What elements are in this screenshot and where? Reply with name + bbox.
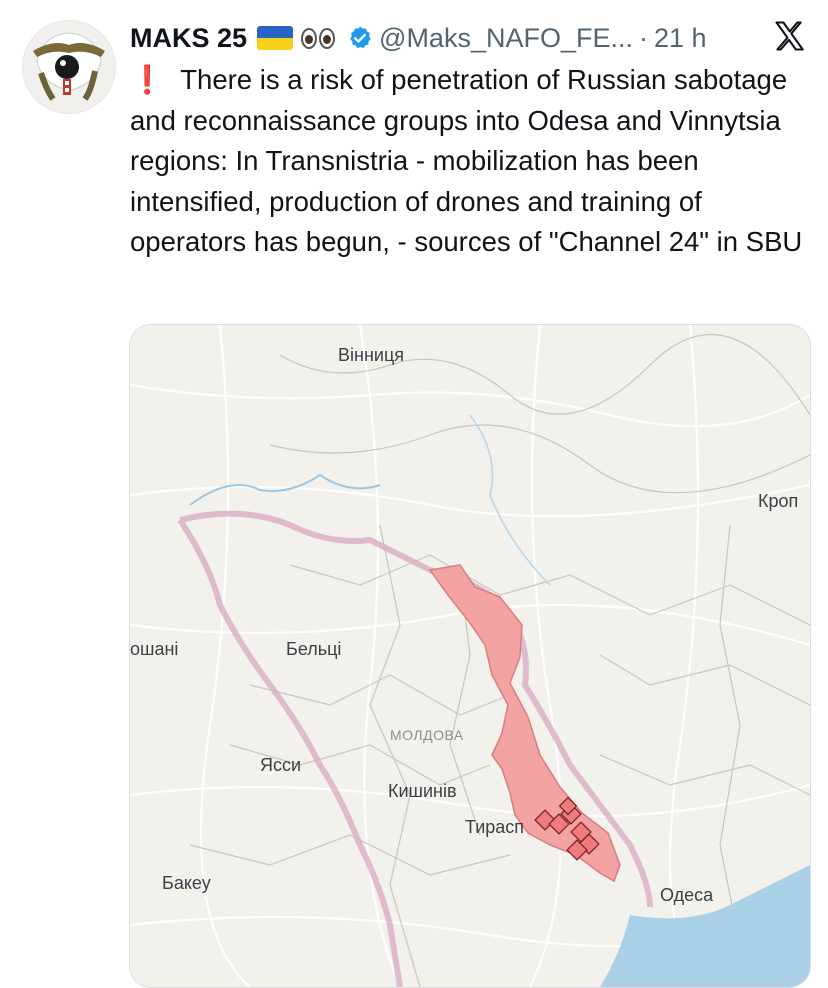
tweet-header: MAKS 25 @Maks_NAFO_FE... · 21 h — [130, 16, 816, 60]
avatar-image — [23, 21, 115, 113]
x-logo-icon[interactable] — [772, 18, 808, 54]
user-handle[interactable]: @Maks_NAFO_FE... — [379, 23, 633, 54]
map-image[interactable]: Вінниця Кроп ошані Бельці МОЛДОВА Ясси К… — [129, 324, 811, 988]
label-moldova: МОЛДОВА — [390, 727, 464, 743]
tweet-text: ❗ There is a risk of penetration of Russi… — [130, 60, 820, 263]
label-balti: Бельці — [286, 639, 342, 659]
separator-dot: · — [639, 22, 648, 53]
verified-badge-icon[interactable] — [347, 25, 373, 51]
label-kropyvnytskyi: Кроп — [758, 491, 799, 511]
label-iasi: Ясси — [260, 755, 302, 775]
label-tiraspol: Тирасп — [465, 817, 525, 837]
label-vinnytsia: Вінниця — [338, 345, 404, 365]
timestamp[interactable]: 21 h — [654, 23, 707, 54]
label-chisinau: Кишинів — [388, 781, 457, 801]
label-botosani: ошані — [130, 639, 179, 659]
label-bacau: Бакеу — [162, 873, 211, 893]
ukraine-flag-icon — [257, 26, 294, 50]
label-odesa: Одеса — [660, 885, 714, 905]
red-exclamation-icon: ❗ — [130, 64, 165, 95]
avatar[interactable] — [22, 20, 116, 114]
display-name[interactable]: MAKS 25 — [130, 23, 247, 54]
eyes-emoji-icon — [301, 27, 336, 49]
tweet-body: There is a risk of penetration of Russia… — [130, 64, 803, 257]
